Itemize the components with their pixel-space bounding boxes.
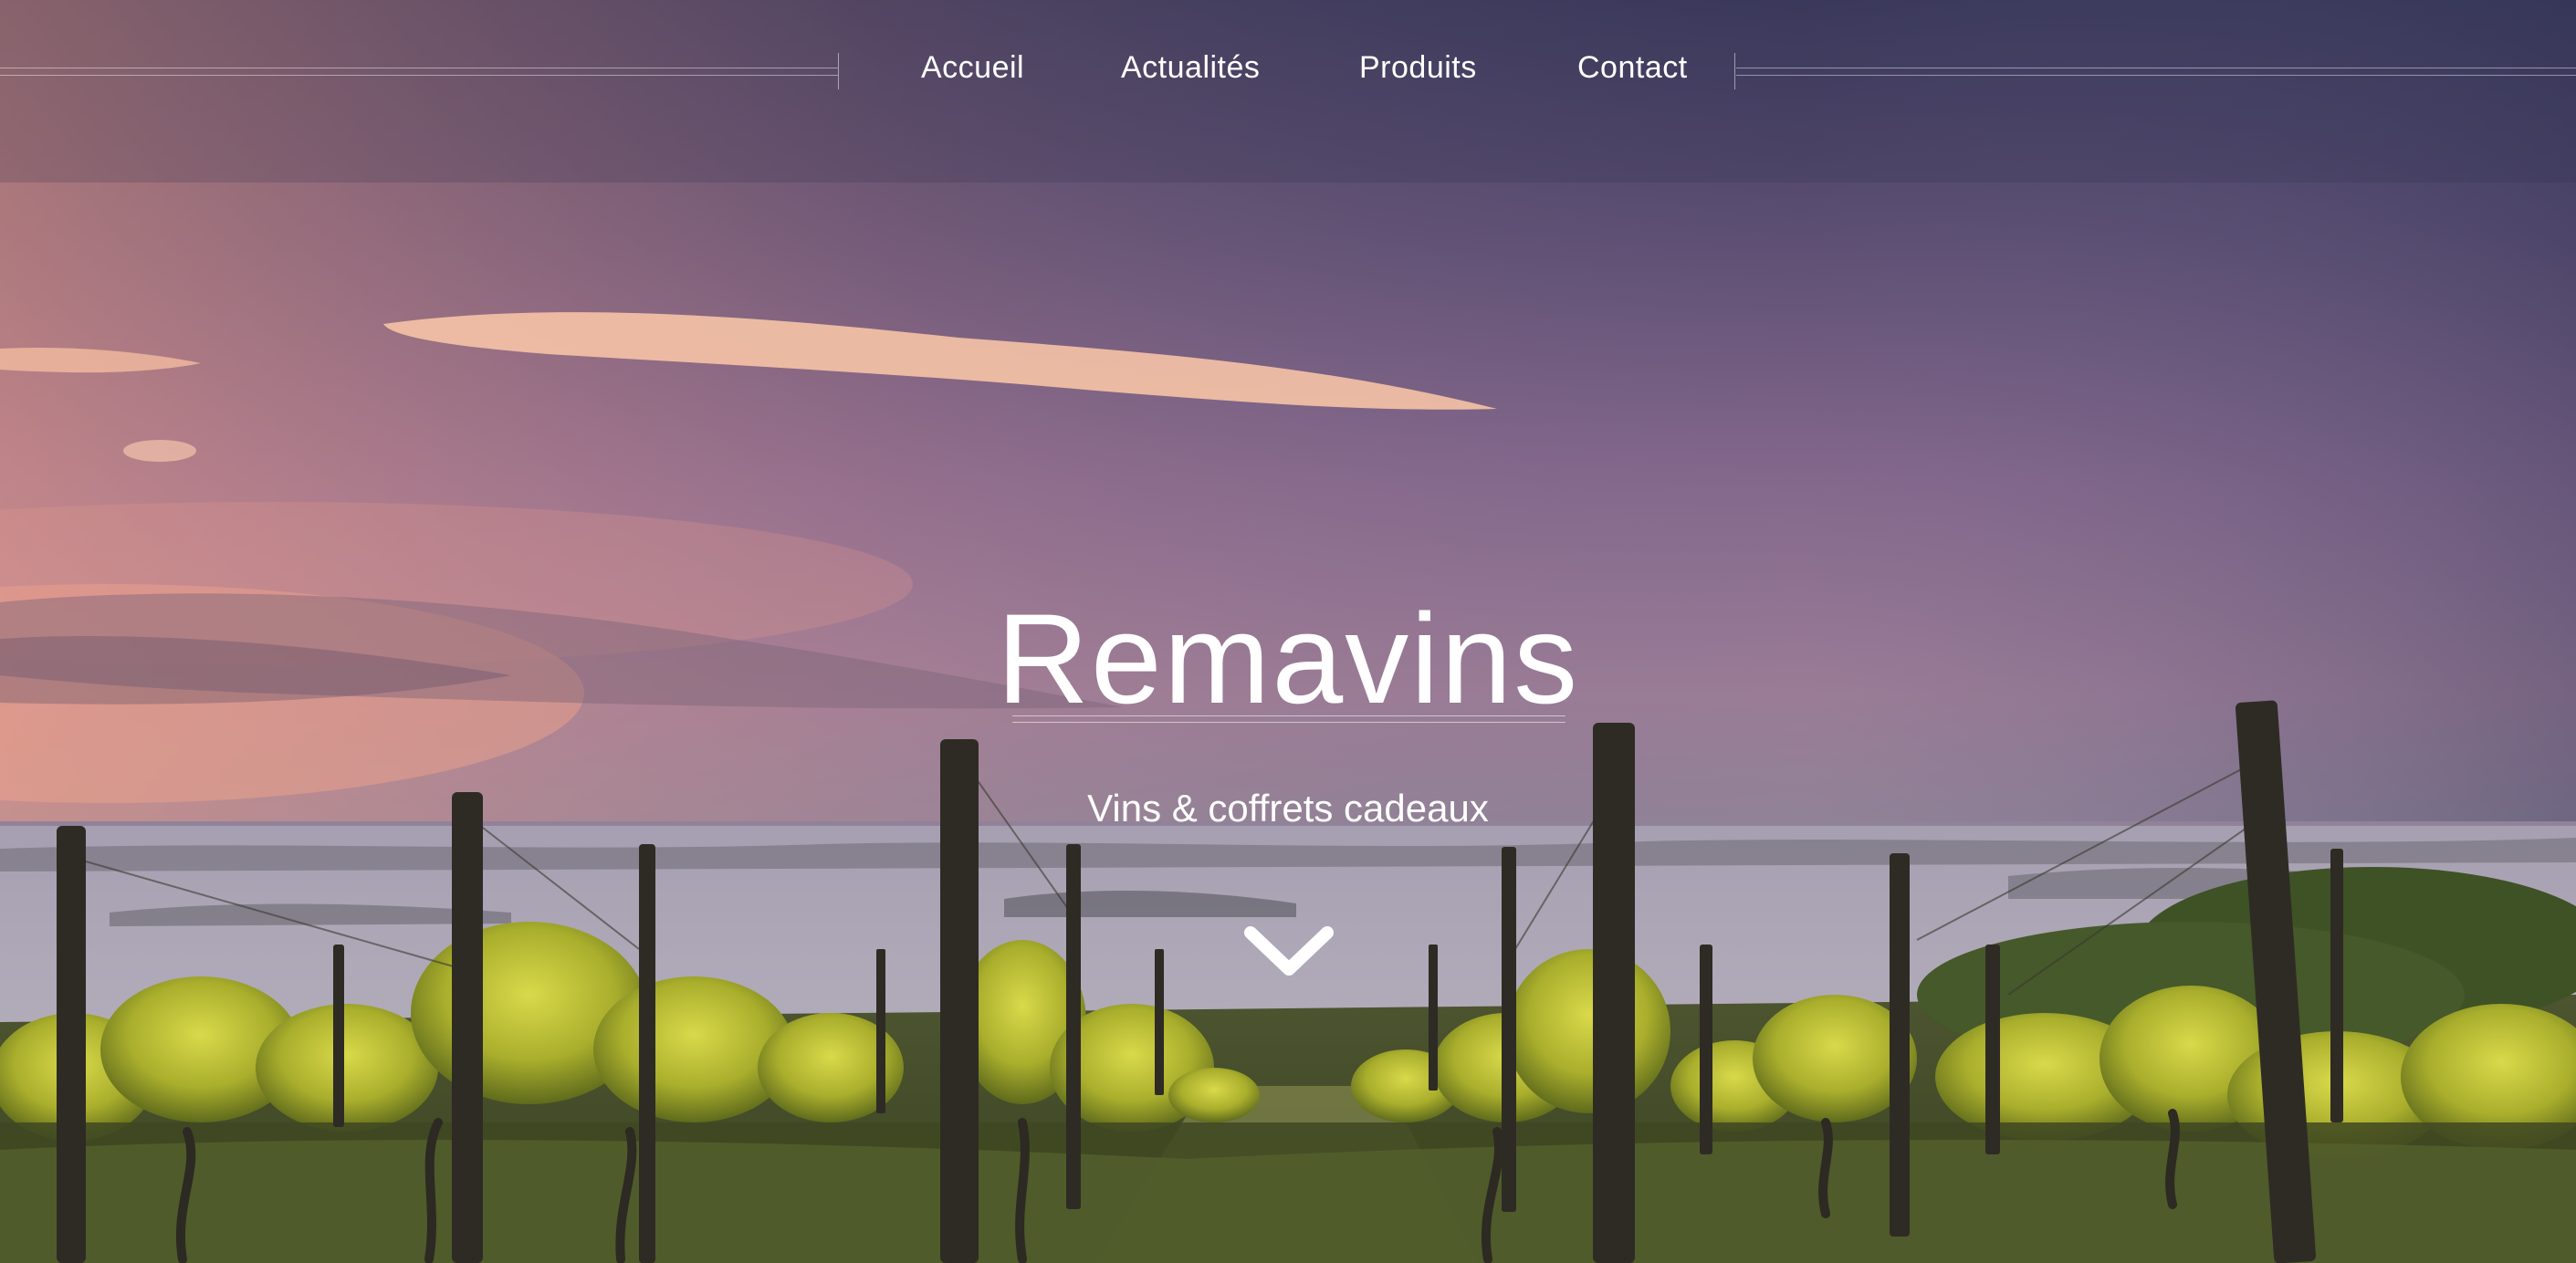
nav-item-actualites[interactable]: Actualités	[1121, 50, 1260, 86]
hero-section: Accueil Actualités Produits Contact Rema…	[0, 0, 2576, 1263]
scroll-down-button[interactable]	[1243, 922, 1335, 984]
main-nav: Accueil Actualités Produits Contact	[876, 44, 1716, 91]
nav-decor-line-left	[0, 68, 838, 76]
nav-decor-tick-right	[1734, 53, 1735, 89]
nav-item-produits[interactable]: Produits	[1359, 50, 1477, 86]
title-divider	[1012, 715, 1565, 723]
nav-decor-line-right	[1736, 68, 2576, 76]
site-tagline: Vins & coffrets cadeaux	[1087, 787, 1489, 830]
nav-item-contact[interactable]: Contact	[1577, 50, 1688, 86]
site-title: Remavins	[996, 586, 1580, 730]
nav-decor-tick-left	[838, 53, 839, 89]
chevron-down-icon	[1244, 926, 1334, 976]
nav-item-accueil[interactable]: Accueil	[921, 50, 1024, 86]
